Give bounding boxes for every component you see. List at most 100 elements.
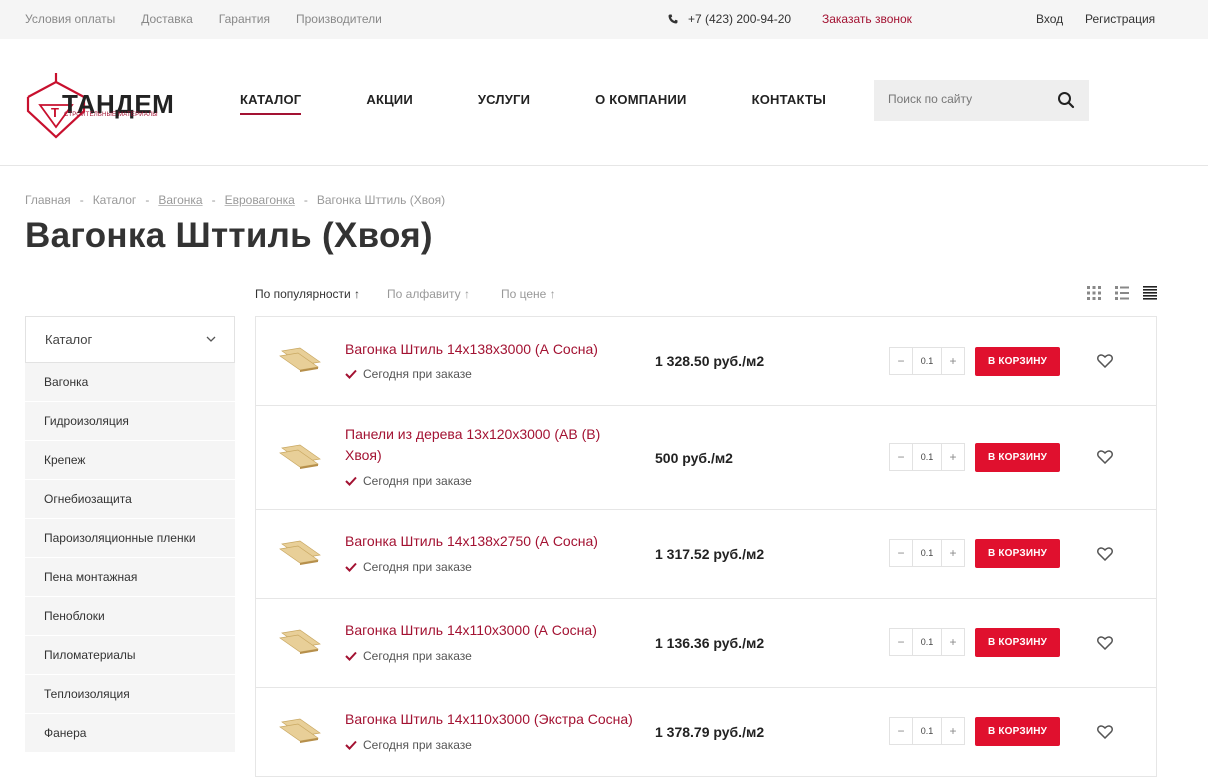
product-name[interactable]: Вагонка Штиль 14х138х3000 (А Сосна) <box>345 339 645 360</box>
sort-bar: По популярности ↑ По алфавиту ↑ По цене … <box>255 287 556 301</box>
breadcrumb-separator: - <box>303 193 308 207</box>
sidebar-item-foam[interactable]: Пена монтажная <box>25 558 235 597</box>
link-warranty[interactable]: Гарантия <box>219 12 270 26</box>
add-to-cart-button[interactable]: В КОРЗИНУ <box>975 539 1060 568</box>
breadcrumb: Главная - Каталог - Вагонка - Евровагонк… <box>25 193 445 207</box>
product-price: 1 378.79 руб./м2 <box>655 724 765 740</box>
product-row: Панели из дерева 13х120х3000 (АВ (В) Хво… <box>256 406 1156 510</box>
main-nav: КАТАЛОГ АКЦИИ УСЛУГИ О КОМПАНИИ КОНТАКТЫ <box>240 92 826 115</box>
grid-view-icon[interactable] <box>1087 286 1101 300</box>
heart-icon[interactable] <box>1097 450 1113 464</box>
product-name[interactable]: Вагонка Штиль 14х110х3000 (Экстра Сосна) <box>345 709 645 730</box>
table-view-icon[interactable] <box>1143 286 1157 300</box>
breadcrumb-vagonka[interactable]: Вагонка <box>158 193 202 207</box>
header: Т ТАНДЕМ СТРОИТЕЛЬНЫЕ МАТЕРИАЛЫ КАТАЛОГ … <box>0 39 1208 166</box>
product-row: Вагонка Штиль 14х110х3000 (А Сосна) Сего… <box>256 599 1156 688</box>
product-name[interactable]: Панели из дерева 13х120х3000 (АВ (В) Хво… <box>345 424 615 466</box>
heart-icon[interactable] <box>1097 636 1113 650</box>
product-price: 1 317.52 руб./м2 <box>655 546 765 562</box>
minus-button[interactable]: − <box>890 718 912 744</box>
heart-icon[interactable] <box>1097 354 1113 368</box>
sidebar-header[interactable]: Каталог <box>25 316 235 363</box>
minus-button[interactable]: − <box>890 444 912 470</box>
phone-text: +7 (423) 200-94-20 <box>688 12 792 26</box>
stock-text: Сегодня при заказе <box>363 560 472 574</box>
product-list: Вагонка Штиль 14х138х3000 (А Сосна) Сего… <box>255 316 1157 777</box>
list-view-icon[interactable] <box>1115 286 1129 300</box>
product-image[interactable] <box>276 343 324 375</box>
nav-promotions[interactable]: АКЦИИ <box>366 92 413 107</box>
link-payment[interactable]: Условия оплаты <box>25 12 115 26</box>
check-icon <box>345 651 357 661</box>
product-name[interactable]: Вагонка Штиль 14х138х2750 (А Сосна) <box>345 531 645 552</box>
breadcrumb-separator: - <box>211 193 216 207</box>
quantity-value[interactable]: 0.1 <box>912 444 942 470</box>
plus-button[interactable]: + <box>942 629 964 655</box>
product-image[interactable] <box>276 714 324 746</box>
plus-button[interactable]: + <box>942 540 964 566</box>
check-icon <box>345 369 357 379</box>
search-box <box>874 80 1089 121</box>
nav-contacts[interactable]: КОНТАКТЫ <box>752 92 826 107</box>
product-name[interactable]: Вагонка Штиль 14х110х3000 (А Сосна) <box>345 620 645 641</box>
stock-text: Сегодня при заказе <box>363 649 472 663</box>
sidebar-item-vapor-films[interactable]: Пароизоляционные пленки <box>25 519 235 558</box>
sidebar-item-vagonka[interactable]: Вагонка <box>25 363 235 402</box>
logo-letter: Т <box>51 105 59 120</box>
quantity-value[interactable]: 0.1 <box>912 718 942 744</box>
sidebar-item-fasteners[interactable]: Крепеж <box>25 441 235 480</box>
sidebar-item-foam-blocks[interactable]: Пеноблоки <box>25 597 235 636</box>
minus-button[interactable]: − <box>890 540 912 566</box>
sort-price[interactable]: По цене ↑ <box>501 287 556 301</box>
quantity-value[interactable]: 0.1 <box>912 540 942 566</box>
heart-icon[interactable] <box>1097 547 1113 561</box>
page-title: Вагонка Шттиль (Хвоя) <box>25 216 433 255</box>
callback-link[interactable]: Заказать звонок <box>822 12 912 26</box>
breadcrumb-catalog[interactable]: Каталог <box>93 193 137 207</box>
search-input[interactable] <box>888 92 1048 106</box>
breadcrumb-evrovagonka[interactable]: Евровагонка <box>225 193 295 207</box>
sidebar-item-insulation[interactable]: Теплоизоляция <box>25 675 235 714</box>
product-price: 1 136.36 руб./м2 <box>655 635 765 651</box>
product-price: 1 328.50 руб./м2 <box>655 353 765 369</box>
link-delivery[interactable]: Доставка <box>141 12 193 26</box>
add-to-cart-button[interactable]: В КОРЗИНУ <box>975 347 1060 376</box>
product-row: Вагонка Штиль 14х138х2750 (А Сосна) Сего… <box>256 510 1156 599</box>
add-to-cart-button[interactable]: В КОРЗИНУ <box>975 443 1060 472</box>
product-image[interactable] <box>276 440 324 472</box>
plus-button[interactable]: + <box>942 718 964 744</box>
plus-button[interactable]: + <box>942 444 964 470</box>
chevron-down-icon <box>206 336 216 342</box>
search-icon[interactable] <box>1057 91 1075 109</box>
product-image[interactable] <box>276 536 324 568</box>
sort-alphabet[interactable]: По алфавиту ↑ <box>387 287 470 301</box>
quantity-value[interactable]: 0.1 <box>912 629 942 655</box>
add-to-cart-button[interactable]: В КОРЗИНУ <box>975 717 1060 746</box>
quantity-stepper: − 0.1 + <box>889 539 965 567</box>
add-to-cart-button[interactable]: В КОРЗИНУ <box>975 628 1060 657</box>
product-image[interactable] <box>276 625 324 657</box>
nav-services[interactable]: УСЛУГИ <box>478 92 530 107</box>
login-link[interactable]: Вход <box>1036 12 1063 26</box>
link-manufacturers[interactable]: Производители <box>296 12 382 26</box>
sidebar-item-fire-protection[interactable]: Огнебиозащита <box>25 480 235 519</box>
nav-about[interactable]: О КОМПАНИИ <box>595 92 686 107</box>
breadcrumb-separator: - <box>79 193 84 207</box>
sidebar-item-plywood[interactable]: Фанера <box>25 714 235 753</box>
breadcrumb-home[interactable]: Главная <box>25 193 71 207</box>
quantity-value[interactable]: 0.1 <box>912 348 942 374</box>
sidebar-item-waterproofing[interactable]: Гидроизоляция <box>25 402 235 441</box>
sidebar-item-lumber[interactable]: Пиломатериалы <box>25 636 235 675</box>
minus-button[interactable]: − <box>890 629 912 655</box>
quantity-stepper: − 0.1 + <box>889 717 965 745</box>
stock-status: Сегодня при заказе <box>345 474 472 488</box>
register-link[interactable]: Регистрация <box>1085 12 1155 26</box>
heart-icon[interactable] <box>1097 725 1113 739</box>
nav-catalog[interactable]: КАТАЛОГ <box>240 92 302 115</box>
phone-number[interactable]: +7 (423) 200-94-20 <box>668 12 791 26</box>
sort-popularity[interactable]: По популярности ↑ <box>255 287 360 301</box>
logo-tagline: СТРОИТЕЛЬНЫЕ МАТЕРИАЛЫ <box>64 112 158 118</box>
minus-button[interactable]: − <box>890 348 912 374</box>
plus-button[interactable]: + <box>942 348 964 374</box>
stock-status: Сегодня при заказе <box>345 738 472 752</box>
